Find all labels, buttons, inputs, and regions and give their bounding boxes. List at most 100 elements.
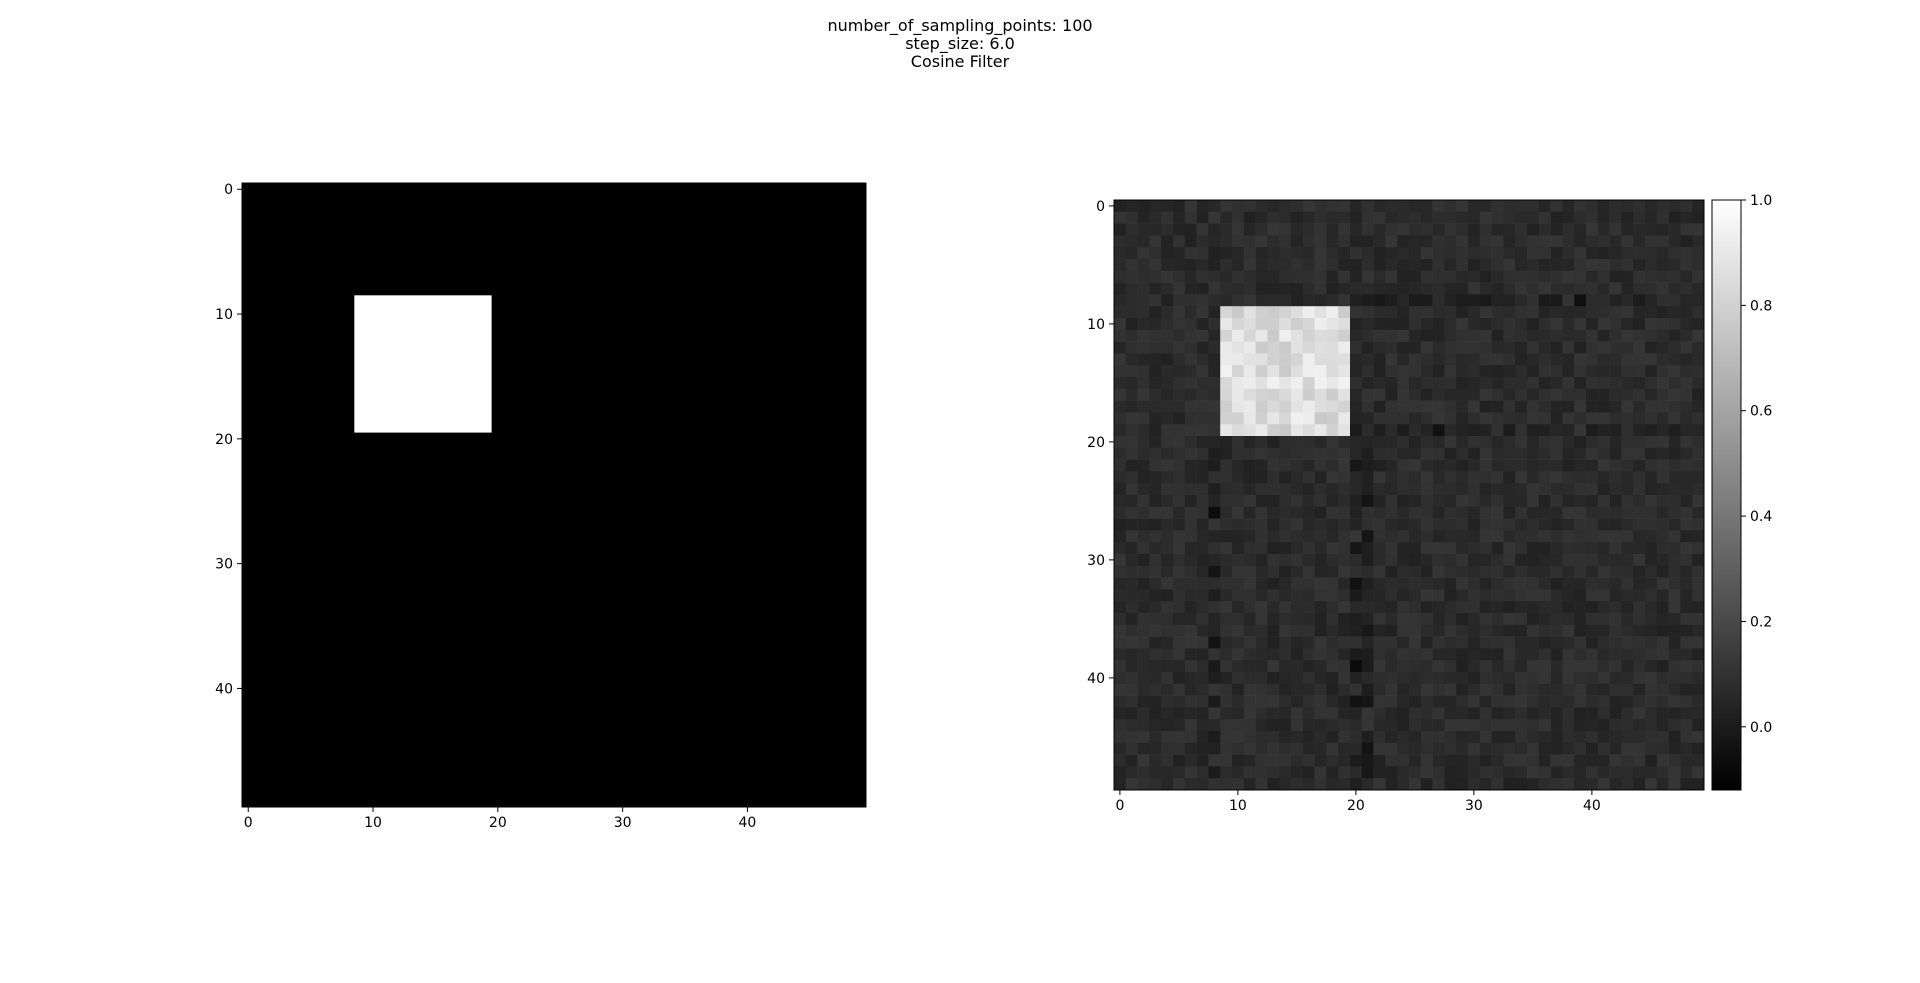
heatmap-cell	[1515, 471, 1528, 484]
heatmap-cell	[1161, 400, 1174, 413]
heatmap-cell	[1232, 329, 1245, 342]
heatmap-cell	[1361, 459, 1374, 472]
heatmap-cell	[1645, 683, 1658, 696]
heatmap-cell	[1314, 424, 1327, 437]
heatmap-cell	[1350, 565, 1363, 578]
heatmap-cell	[1692, 601, 1705, 614]
heatmap-cell	[1314, 601, 1327, 614]
heatmap-cell	[1208, 778, 1221, 791]
heatmap-cell	[1409, 495, 1422, 508]
heatmap-cell	[1326, 353, 1339, 366]
heatmap-cell	[1527, 447, 1540, 460]
heatmap-cell	[1114, 624, 1127, 637]
heatmap-cell	[1515, 766, 1528, 779]
heatmap-cell	[1314, 542, 1327, 555]
heatmap-cell	[1432, 400, 1445, 413]
heatmap-cell	[1208, 506, 1221, 519]
heatmap-cell	[1125, 542, 1138, 555]
heatmap-cell	[1350, 731, 1363, 744]
heatmap-cell	[1114, 742, 1127, 755]
heatmap-cell	[1361, 259, 1374, 272]
heatmap-cell	[1527, 695, 1540, 708]
heatmap-cell	[1279, 483, 1292, 496]
heatmap-cell	[1361, 365, 1374, 378]
heatmap-cell	[1137, 577, 1150, 590]
heatmap-cell	[1255, 683, 1268, 696]
heatmap-cell	[1645, 341, 1658, 354]
heatmap-cell	[1161, 636, 1174, 649]
heatmap-cell	[1479, 270, 1492, 283]
heatmap-cell	[1208, 731, 1221, 744]
heatmap-cell	[1267, 436, 1280, 449]
heatmap-cell	[1255, 235, 1268, 248]
heatmap-cell	[1220, 495, 1233, 508]
heatmap-cell	[1656, 707, 1669, 720]
heatmap-cell	[1597, 648, 1610, 661]
heatmap-cell	[1645, 483, 1658, 496]
heatmap-cell	[1385, 483, 1398, 496]
heatmap-cell	[1267, 589, 1280, 602]
heatmap-cell	[1479, 542, 1492, 555]
heatmap-cell	[1503, 636, 1516, 649]
heatmap-cell	[1609, 577, 1622, 590]
heatmap-cell	[1220, 554, 1233, 567]
heatmap-cell	[1491, 223, 1504, 236]
heatmap-cell	[1385, 235, 1398, 248]
heatmap-cell	[1597, 329, 1610, 342]
heatmap-cell	[1326, 329, 1339, 342]
heatmap-cell	[1621, 353, 1634, 366]
heatmap-cell	[1562, 306, 1575, 319]
heatmap-cell	[1645, 424, 1658, 437]
heatmap-cell	[1397, 554, 1410, 567]
heatmap-cell	[1149, 554, 1162, 567]
heatmap-cell	[1527, 707, 1540, 720]
heatmap-cell	[1479, 306, 1492, 319]
heatmap-cell	[1397, 766, 1410, 779]
heatmap-cell	[1444, 672, 1457, 685]
heatmap-cell	[1621, 424, 1634, 437]
heatmap-cell	[1538, 565, 1551, 578]
heatmap-cell	[1208, 447, 1221, 460]
heatmap-cell	[1373, 648, 1386, 661]
heatmap-cell	[1232, 353, 1245, 366]
heatmap-cell	[1680, 683, 1693, 696]
heatmap-cell	[1267, 530, 1280, 543]
heatmap-cell	[1550, 412, 1563, 425]
heatmap-cell	[1291, 259, 1304, 272]
heatmap-cell	[1397, 329, 1410, 342]
heatmap-cell	[1645, 377, 1658, 390]
heatmap-cell	[1196, 211, 1209, 224]
heatmap-cell	[1184, 424, 1197, 437]
heatmap-cell	[1385, 247, 1398, 260]
heatmap-cell	[1680, 518, 1693, 531]
heatmap-cell	[1645, 506, 1658, 519]
heatmap-cell	[1232, 542, 1245, 555]
heatmap-cell	[1161, 365, 1174, 378]
heatmap-cell	[1550, 270, 1563, 283]
heatmap-cell	[1409, 211, 1422, 224]
heatmap-cell	[1562, 624, 1575, 637]
heatmap-cell	[1586, 377, 1599, 390]
heatmap-cell	[1479, 377, 1492, 390]
heatmap-cell	[1692, 412, 1705, 425]
heatmap-cell	[1609, 636, 1622, 649]
heatmap-cell	[1550, 601, 1563, 614]
heatmap-cell	[1161, 766, 1174, 779]
heatmap-cell	[1314, 247, 1327, 260]
heatmap-cell	[1574, 471, 1587, 484]
heatmap-cell	[1137, 554, 1150, 567]
heatmap-cell	[1255, 459, 1268, 472]
heatmap-cell	[1586, 211, 1599, 224]
heatmap-cell	[1562, 282, 1575, 295]
heatmap-cell	[1479, 483, 1492, 496]
heatmap-cell	[1409, 672, 1422, 685]
heatmap-cell	[1208, 436, 1221, 449]
heatmap-cell	[1255, 506, 1268, 519]
heatmap-cell	[1621, 259, 1634, 272]
heatmap-cell	[1645, 672, 1658, 685]
heatmap-cell	[1137, 459, 1150, 472]
heatmap-cell	[1232, 200, 1245, 213]
heatmap-cell	[1338, 459, 1351, 472]
heatmap-cell	[1243, 719, 1256, 732]
heatmap-cell	[1326, 424, 1339, 437]
